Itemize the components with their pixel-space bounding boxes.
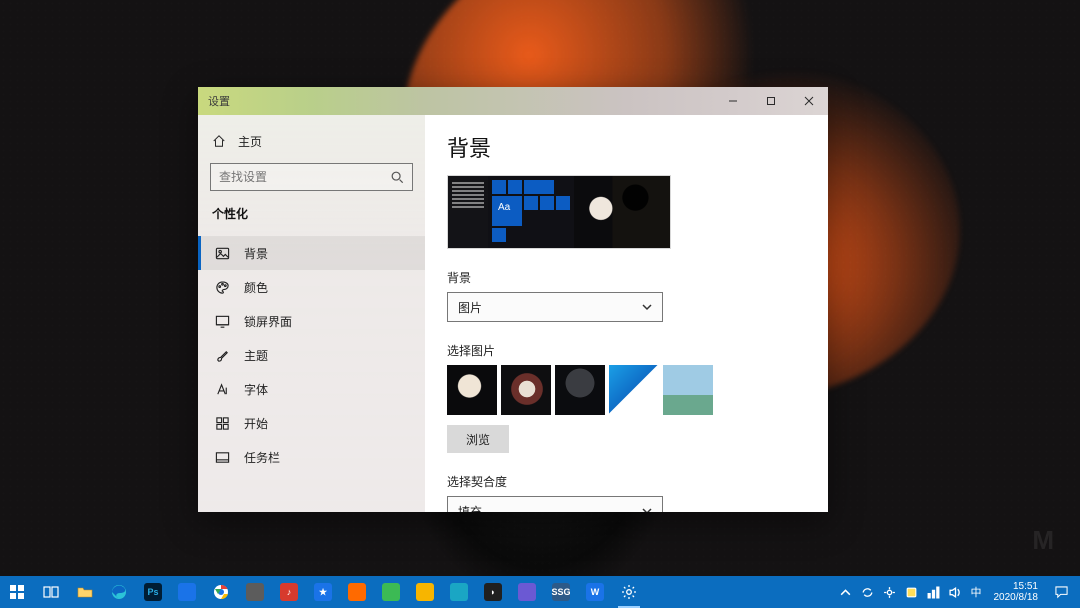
taskbar-purple-app[interactable] bbox=[510, 576, 544, 608]
wallpaper-watermark: M bbox=[1032, 525, 1056, 556]
preview-start-list bbox=[448, 176, 488, 248]
tray-sync-icon[interactable] bbox=[857, 576, 879, 608]
background-type-label: 背景 bbox=[447, 269, 806, 286]
maximize-icon bbox=[766, 96, 776, 106]
taskbar-ssg-app[interactable]: SSG bbox=[544, 576, 578, 608]
home-nav[interactable]: 主页 bbox=[198, 125, 425, 157]
close-icon bbox=[804, 96, 814, 106]
home-icon bbox=[212, 134, 226, 148]
tray-settings-icon[interactable] bbox=[879, 576, 901, 608]
fit-combobox[interactable]: 填充 bbox=[447, 496, 663, 512]
chevron-down-icon bbox=[642, 302, 652, 312]
sidebar-item-label: 任务栏 bbox=[244, 449, 280, 466]
taskbar-start[interactable] bbox=[0, 576, 34, 608]
ime-indicator[interactable]: 中 bbox=[967, 584, 986, 600]
taskbar-settings[interactable] bbox=[612, 576, 646, 608]
lockscreen-icon bbox=[215, 314, 230, 329]
taskbar-chrome[interactable] bbox=[204, 576, 238, 608]
system-tray: 中 15:51 2020/8/18 bbox=[835, 576, 1080, 608]
taskbar-file-explorer[interactable] bbox=[68, 576, 102, 608]
picture-icon bbox=[215, 246, 230, 261]
taskbar-star-app[interactable]: ★ bbox=[306, 576, 340, 608]
fit-value: 填充 bbox=[458, 503, 482, 513]
fit-label: 选择契合度 bbox=[447, 473, 806, 490]
wallpaper-thumb-2[interactable] bbox=[501, 365, 551, 415]
taskbar: Ps ♪★ ◗ SSGW 中 15:51 2020/8/18 bbox=[0, 576, 1080, 608]
sidebar-item-label: 字体 bbox=[244, 381, 268, 398]
wallpaper-thumb-5[interactable] bbox=[663, 365, 713, 415]
brush-icon bbox=[215, 348, 230, 363]
settings-content: 背景 Aa 背景 图片 bbox=[425, 115, 828, 512]
background-type-value: 图片 bbox=[458, 299, 482, 316]
choose-image-label: 选择图片 bbox=[447, 342, 806, 359]
sidebar-item-label: 开始 bbox=[244, 415, 268, 432]
category-label: 个性化 bbox=[198, 199, 425, 236]
sidebar-item-fonts[interactable]: 字体 bbox=[198, 372, 425, 406]
search-field[interactable] bbox=[219, 170, 390, 184]
wallpaper-thumb-4[interactable] bbox=[609, 365, 659, 415]
font-icon bbox=[215, 382, 230, 397]
home-label: 主页 bbox=[238, 133, 262, 150]
tray-network-icon[interactable] bbox=[923, 576, 945, 608]
start-icon bbox=[215, 416, 230, 431]
tray-app-icon[interactable] bbox=[901, 576, 923, 608]
taskbar-orange-app[interactable] bbox=[340, 576, 374, 608]
palette-icon bbox=[215, 280, 230, 295]
desktop-preview: Aa bbox=[447, 175, 671, 249]
sidebar-item-background[interactable]: 背景 bbox=[198, 236, 425, 270]
action-center-icon bbox=[1055, 586, 1068, 599]
tray-volume-icon[interactable] bbox=[945, 576, 967, 608]
clock-date: 2020/8/18 bbox=[994, 592, 1039, 604]
desktop-wallpaper: M 设置 主页 bbox=[0, 0, 1080, 608]
browse-button[interactable]: 浏览 bbox=[447, 425, 509, 453]
chevron-down-icon bbox=[642, 506, 652, 512]
sidebar-item-label: 主题 bbox=[244, 347, 268, 364]
taskbar-cyan-app[interactable] bbox=[442, 576, 476, 608]
sidebar-item-lockscreen[interactable]: 锁屏界面 bbox=[198, 304, 425, 338]
minimize-icon bbox=[728, 96, 738, 106]
sidebar-item-label: 颜色 bbox=[244, 279, 268, 296]
taskbar-notes-app[interactable] bbox=[408, 576, 442, 608]
close-button[interactable] bbox=[790, 87, 828, 115]
sidebar-item-taskbar[interactable]: 任务栏 bbox=[198, 440, 425, 474]
taskbar-tencent[interactable] bbox=[238, 576, 272, 608]
sidebar-item-themes[interactable]: 主题 bbox=[198, 338, 425, 372]
clock[interactable]: 15:51 2020/8/18 bbox=[986, 581, 1047, 604]
taskbar-edge[interactable] bbox=[102, 576, 136, 608]
preview-tiles: Aa bbox=[488, 176, 574, 248]
sidebar-item-start[interactable]: 开始 bbox=[198, 406, 425, 440]
taskbar-icon bbox=[215, 450, 230, 465]
taskbar-netease-music[interactable]: ♪ bbox=[272, 576, 306, 608]
wallpaper-thumb-1[interactable] bbox=[447, 365, 497, 415]
search-settings-input[interactable] bbox=[210, 163, 413, 191]
search-icon bbox=[390, 170, 404, 184]
titlebar[interactable]: 设置 bbox=[198, 87, 828, 115]
preview-wallpaper bbox=[574, 176, 670, 248]
wallpaper-thumb-3[interactable] bbox=[555, 365, 605, 415]
sidebar-item-label: 背景 bbox=[244, 245, 268, 262]
taskbar-task-view[interactable] bbox=[34, 576, 68, 608]
minimize-button[interactable] bbox=[714, 87, 752, 115]
taskbar-wps[interactable]: W bbox=[578, 576, 612, 608]
tray-chevron-up-icon[interactable] bbox=[835, 576, 857, 608]
sidebar-item-label: 锁屏界面 bbox=[244, 313, 292, 330]
sidebar-item-colors[interactable]: 颜色 bbox=[198, 270, 425, 304]
taskbar-photoshop[interactable]: Ps bbox=[136, 576, 170, 608]
preview-sample-text: Aa bbox=[498, 202, 510, 213]
page-title: 背景 bbox=[447, 131, 806, 163]
background-type-combobox[interactable]: 图片 bbox=[447, 292, 663, 322]
sidebar: 主页 个性化 背景颜色锁屏界面主题字体开始任务栏 bbox=[198, 115, 425, 512]
window-title: 设置 bbox=[208, 93, 230, 109]
wallpaper-thumbnails bbox=[447, 365, 806, 415]
action-center-button[interactable] bbox=[1046, 576, 1076, 608]
taskbar-green-app[interactable] bbox=[374, 576, 408, 608]
taskbar-security-shield[interactable] bbox=[170, 576, 204, 608]
settings-window: 设置 主页 bbox=[198, 87, 828, 512]
maximize-button[interactable] bbox=[752, 87, 790, 115]
taskbar-steam[interactable]: ◗ bbox=[476, 576, 510, 608]
clock-time: 15:51 bbox=[994, 581, 1039, 593]
